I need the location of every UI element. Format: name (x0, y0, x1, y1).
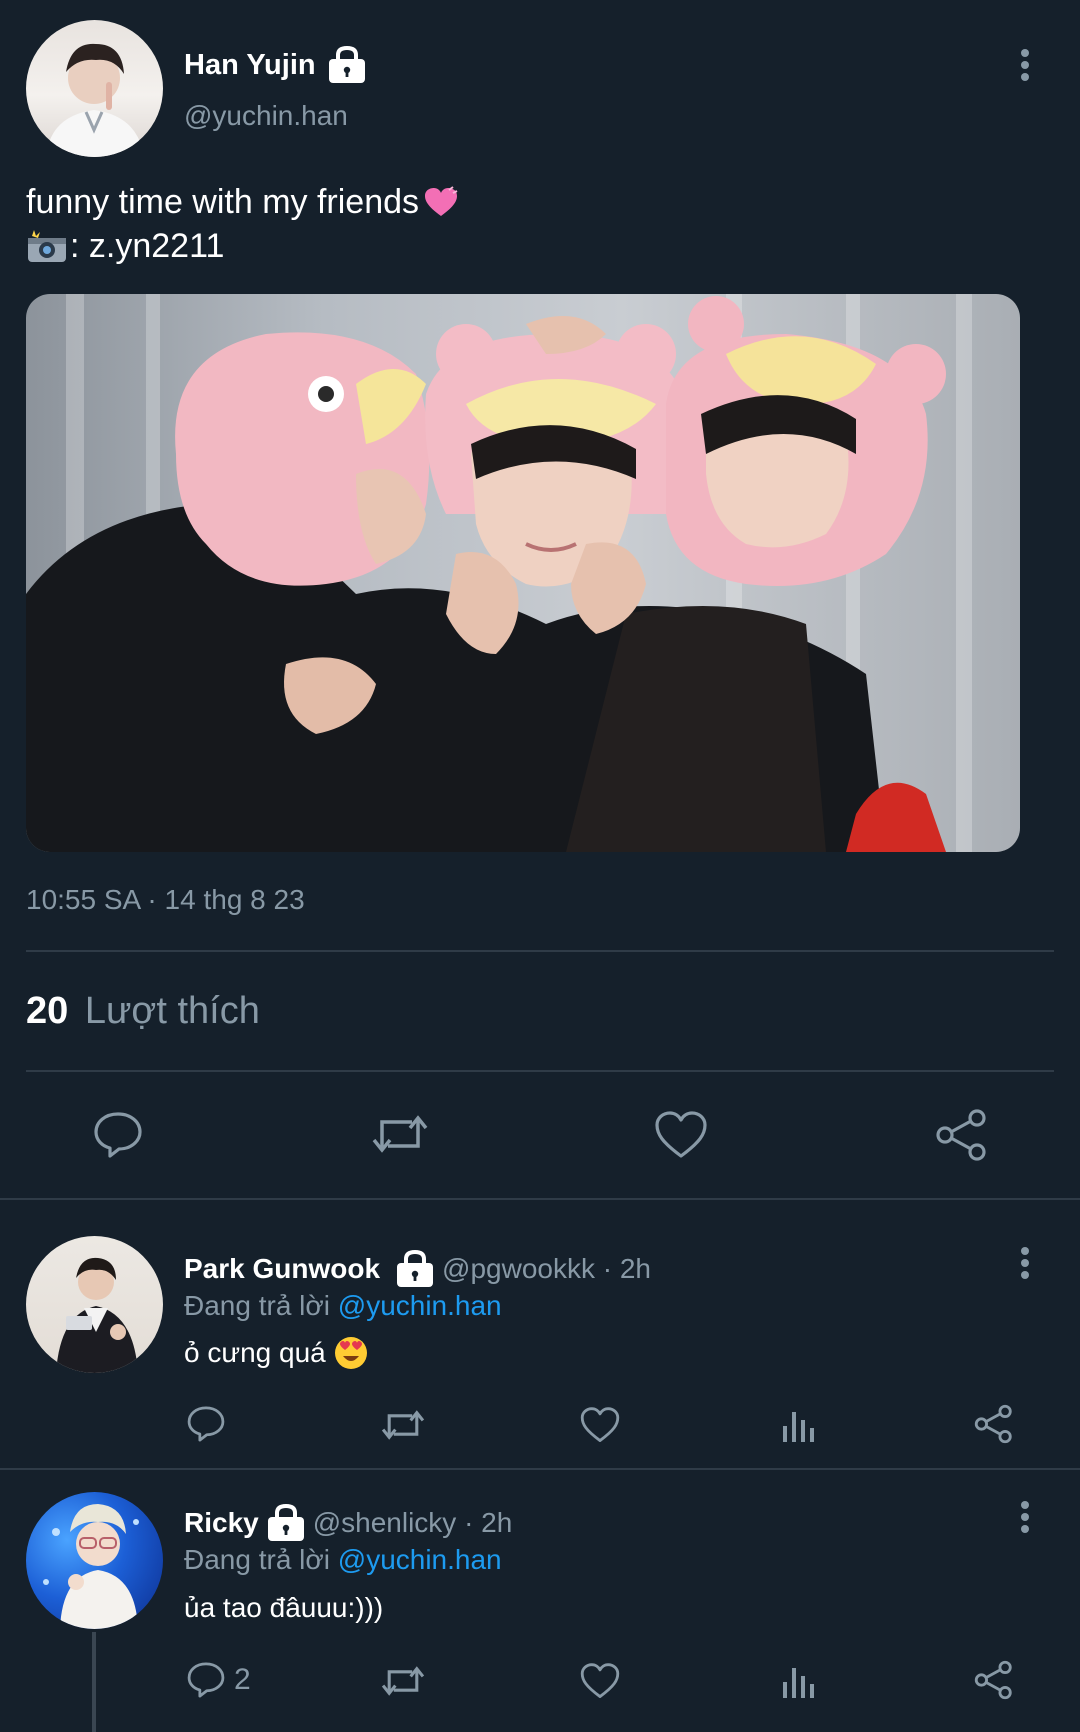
reply-header: Ricky @shenlicky · 2h (184, 1504, 512, 1542)
lock-icon (396, 1250, 434, 1288)
likes-label: Lượt thích (84, 990, 260, 1032)
retweet-button[interactable] (380, 1662, 426, 1700)
replying-to: Đang trả lời @yuchin.han (184, 1544, 502, 1576)
likes-summary[interactable]: 20 Lượt thích (26, 990, 260, 1033)
reply-handle-time[interactable]: @shenlicky · 2h (313, 1507, 513, 1539)
author-name-row[interactable]: Han Yujin (184, 46, 366, 84)
reply-text: ỏ cưng quá (184, 1337, 326, 1368)
reply-button[interactable] (92, 1110, 144, 1160)
views-button[interactable] (780, 1406, 816, 1444)
reply-handle-time[interactable]: @pgwookkk · 2h (442, 1253, 651, 1285)
like-button[interactable] (654, 1110, 708, 1160)
share-button[interactable] (935, 1108, 989, 1162)
tweet-text-line2: : z.yn2211 (26, 224, 459, 268)
speech-bubble-icon (186, 1660, 226, 1700)
heart-emoji-icon (423, 186, 459, 218)
thread-line (92, 1632, 96, 1732)
divider (26, 950, 1054, 952)
heart-eyes-emoji-icon (334, 1336, 368, 1370)
tweet-text: funny time with my friends : z.yn2211 (26, 180, 459, 268)
author-avatar[interactable] (26, 20, 163, 157)
tweet-photo[interactable] (26, 294, 1020, 852)
like-button[interactable] (580, 1662, 620, 1700)
likes-count: 20 (26, 990, 69, 1032)
more-vertical-icon[interactable] (1014, 1500, 1036, 1536)
tweet-text-line1: funny time with my friends (26, 180, 459, 224)
reply-button[interactable] (186, 1404, 226, 1444)
share-button[interactable] (974, 1404, 1014, 1444)
like-button[interactable] (580, 1406, 620, 1444)
camera-flash-icon (26, 228, 68, 264)
reply-text: ủa tao đâuuu:))) (184, 1592, 384, 1623)
reply-avatar[interactable] (26, 1492, 163, 1629)
lock-icon (267, 1504, 305, 1542)
reply-author-name[interactable]: Ricky (184, 1507, 259, 1539)
more-vertical-icon[interactable] (1014, 48, 1036, 84)
replying-prefix: Đang trả lời (184, 1290, 330, 1321)
reply-avatar[interactable] (26, 1236, 163, 1373)
lock-icon (328, 46, 366, 84)
more-vertical-icon[interactable] (1014, 1246, 1036, 1282)
author-name[interactable]: Han Yujin (184, 49, 316, 82)
share-button[interactable] (974, 1660, 1014, 1700)
section-divider (0, 1468, 1080, 1470)
reply-text-row: ỏ cưng quá (184, 1336, 368, 1370)
reply-header: Park Gunwook @pgwookkk · 2h (184, 1250, 651, 1288)
retweet-button[interactable] (380, 1406, 426, 1444)
replying-to: Đang trả lời @yuchin.han (184, 1290, 502, 1322)
section-divider (0, 1198, 1080, 1200)
tweet-timestamp[interactable]: 10:55 SA · 14 thg 8 23 (26, 884, 305, 916)
reply-author-name[interactable]: Park Gunwook (184, 1253, 380, 1285)
replying-to-link[interactable]: @yuchin.han (338, 1290, 502, 1321)
replying-prefix: Đang trả lời (184, 1544, 330, 1575)
reply-count: 2 (234, 1663, 251, 1696)
views-button[interactable] (780, 1662, 816, 1700)
retweet-button[interactable] (370, 1110, 430, 1158)
divider (26, 1070, 1054, 1072)
author-handle[interactable]: @yuchin.han (184, 100, 348, 132)
reply-button[interactable]: 2 (186, 1660, 251, 1700)
replying-to-link[interactable]: @yuchin.han (338, 1544, 502, 1575)
